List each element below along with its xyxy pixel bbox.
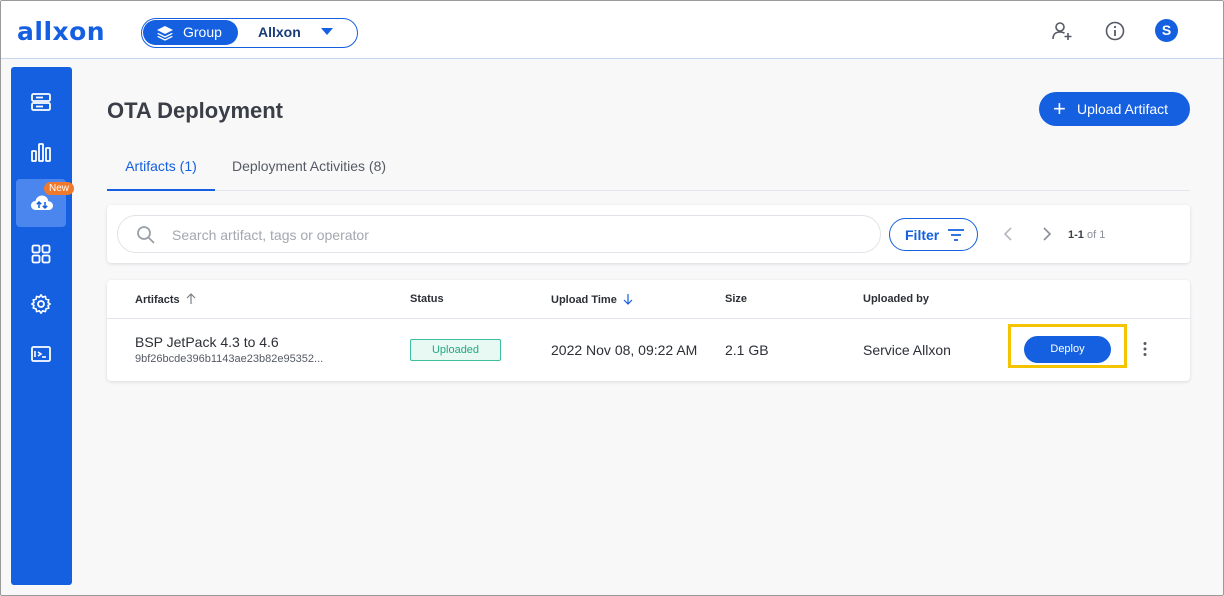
upload-artifact-button[interactable]: + Upload Artifact [1039, 92, 1190, 126]
server-icon [31, 93, 51, 111]
artifact-name[interactable]: BSP JetPack 4.3 to 4.6 [135, 334, 279, 350]
plus-icon: + [1053, 96, 1066, 121]
layers-icon [157, 26, 173, 41]
top-header: allxon Group Allxon S [1, 1, 1223, 59]
sidebar-item-devices[interactable] [16, 78, 66, 126]
artifact-size: 2.1 GB [725, 342, 769, 358]
table-header: Artifacts Status Upload Time Size Upload… [107, 280, 1190, 319]
pagination-range: 1-1 [1068, 229, 1084, 241]
sidebar-item-terminal[interactable] [16, 330, 66, 378]
chevron-right-icon[interactable] [1042, 226, 1052, 242]
user-avatar[interactable]: S [1155, 19, 1178, 42]
search-toolbar: Filter 1-1 of 1 [107, 205, 1190, 263]
allxon-logo[interactable]: allxon [17, 18, 105, 46]
pagination-total: of 1 [1086, 229, 1106, 241]
cloud-upload-icon [31, 195, 53, 210]
add-user-icon[interactable] [1051, 20, 1073, 42]
search-icon [137, 226, 155, 244]
terminal-icon [31, 346, 51, 362]
column-header-upload-time[interactable]: Upload Time [551, 293, 633, 306]
column-header-uploaded-by[interactable]: Uploaded by [863, 293, 929, 305]
filter-label: Filter [905, 227, 940, 243]
uploaded-by: Service Allxon [863, 342, 951, 358]
filter-button[interactable]: Filter [889, 218, 978, 251]
sidebar-item-analytics[interactable] [16, 128, 66, 176]
status-badge: Uploaded [410, 339, 501, 361]
gear-icon [31, 294, 51, 314]
group-scope-pill[interactable]: Group [143, 20, 238, 45]
bar-chart-icon [31, 143, 51, 162]
new-badge: New [44, 182, 74, 195]
tab-artifacts[interactable]: Artifacts (1) [107, 149, 215, 191]
page-title: OTA Deployment [107, 98, 284, 123]
group-switcher[interactable]: Group Allxon [141, 18, 358, 48]
sidebar-item-settings[interactable] [16, 280, 66, 328]
pagination-info: 1-1 of 1 [1068, 229, 1105, 241]
column-label: Artifacts [135, 294, 180, 306]
tab-deployment-activities[interactable]: Deployment Activities (8) [225, 149, 393, 191]
column-header-status[interactable]: Status [410, 293, 444, 305]
apps-grid-icon [31, 244, 51, 264]
sidebar-item-ota[interactable]: New [16, 179, 74, 227]
tab-bar: Artifacts (1) Deployment Activities (8) [107, 149, 1190, 191]
group-scope-label: Group [183, 24, 222, 40]
column-header-artifacts[interactable]: Artifacts [135, 293, 196, 306]
column-header-size[interactable]: Size [725, 293, 747, 305]
filter-icon [948, 229, 964, 241]
group-name: Allxon [258, 24, 301, 40]
artifact-hash: 9bf26bcde396b1143ae23b82e95352... [135, 353, 324, 365]
artifacts-table: Artifacts Status Upload Time Size Upload… [107, 280, 1190, 381]
arrow-down-icon [623, 294, 633, 305]
sidebar-item-apps[interactable] [16, 230, 66, 278]
search-input[interactable] [172, 224, 862, 246]
info-icon[interactable] [1104, 20, 1126, 42]
chevron-down-icon[interactable] [320, 27, 334, 36]
upload-time: 2022 Nov 08, 09:22 AM [551, 342, 698, 358]
column-label: Upload Time [551, 294, 617, 306]
search-box[interactable] [117, 215, 881, 253]
more-options-icon[interactable] [1142, 341, 1148, 357]
upload-artifact-label: Upload Artifact [1077, 101, 1169, 117]
app-window: allxon Group Allxon S New OTA Deployment… [0, 0, 1224, 596]
sidebar: New [11, 67, 74, 585]
chevron-left-icon[interactable] [1003, 226, 1013, 242]
deploy-button[interactable]: Deploy [1024, 336, 1111, 363]
arrow-up-icon [186, 293, 196, 304]
